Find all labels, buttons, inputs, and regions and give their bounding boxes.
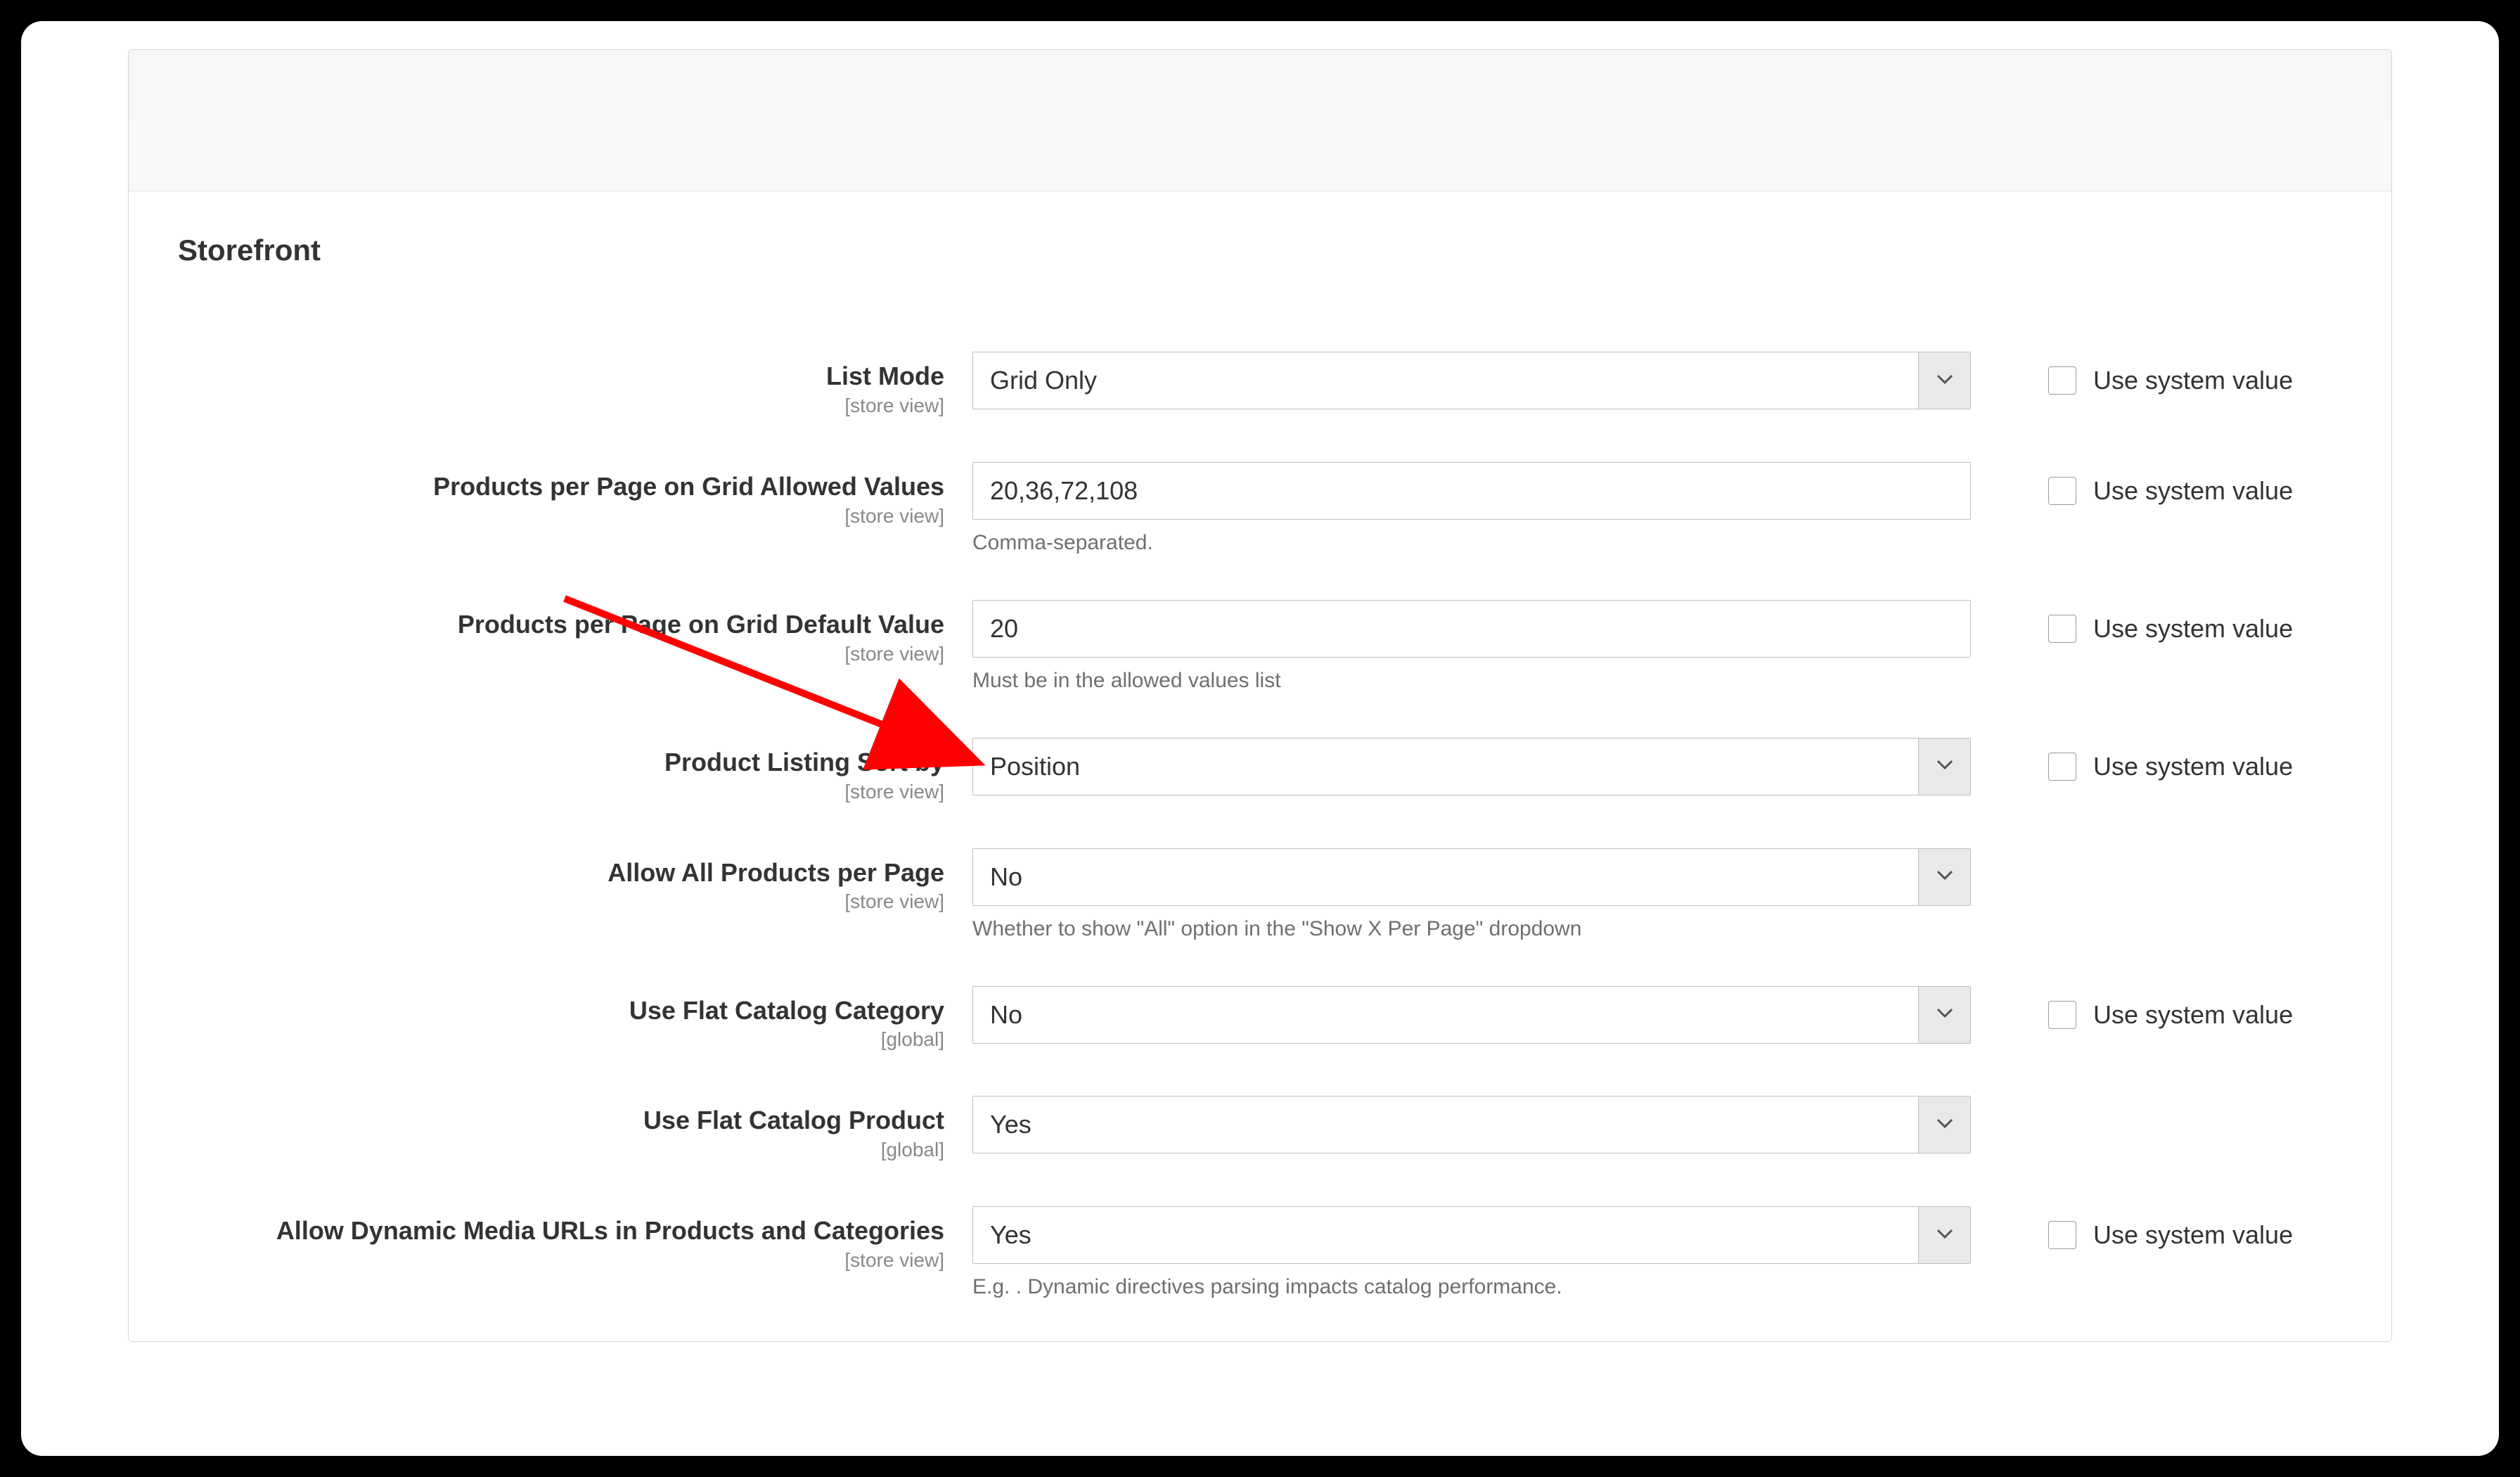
chevron-down-icon xyxy=(1937,1008,1953,1021)
input-grid-allowed[interactable] xyxy=(972,462,1971,520)
panel-top-spacer xyxy=(129,50,2391,120)
scope-sort-by: [store view] xyxy=(178,781,944,803)
label-grid-allowed: Products per Page on Grid Allowed Values xyxy=(178,471,944,504)
chevron-down-icon xyxy=(1937,374,1953,388)
select-flat-cat-value: No xyxy=(973,987,1918,1043)
scope-list-mode: [store view] xyxy=(178,395,944,417)
select-allow-all-toggle[interactable] xyxy=(1918,849,1970,905)
select-list-mode[interactable]: Grid Only xyxy=(972,352,1971,409)
scope-allow-all: [store view] xyxy=(178,890,944,913)
panel-header: Storefront xyxy=(129,191,2391,295)
select-list-mode-toggle[interactable] xyxy=(1918,352,1970,409)
checkbox-use-system-dyn-media[interactable] xyxy=(2048,1221,2076,1249)
chevron-down-icon xyxy=(1937,760,1953,773)
checkbox-use-system-sort-by[interactable] xyxy=(2048,753,2076,781)
row-allow-all: Allow All Products per Page [store view]… xyxy=(129,848,2391,941)
scope-flat-cat: [global] xyxy=(178,1028,944,1051)
chevron-down-icon xyxy=(1937,1118,1953,1132)
checkbox-use-system-grid-allowed[interactable] xyxy=(2048,477,2076,505)
row-sort-by: Product Listing Sort by [store view] Pos… xyxy=(129,738,2391,803)
label-use-system-flat-cat: Use system value xyxy=(2093,1000,2293,1030)
select-flat-prod-value: Yes xyxy=(973,1096,1918,1153)
label-flat-prod: Use Flat Catalog Product xyxy=(178,1104,944,1137)
section-title: Storefront xyxy=(178,234,2342,267)
chevron-down-icon xyxy=(1937,1229,1953,1242)
row-flat-prod: Use Flat Catalog Product [global] Yes xyxy=(129,1096,2391,1161)
select-dyn-media[interactable]: Yes xyxy=(972,1206,1971,1264)
help-allow-all: Whether to show "All" option in the "Sho… xyxy=(972,917,1971,941)
select-dyn-media-toggle[interactable] xyxy=(1918,1207,1970,1263)
label-use-system-grid-default: Use system value xyxy=(2093,614,2293,644)
select-sort-by-value: Position xyxy=(973,738,1918,795)
select-flat-prod[interactable]: Yes xyxy=(972,1096,1971,1153)
input-grid-default[interactable] xyxy=(972,600,1971,658)
select-sort-by-toggle[interactable] xyxy=(1918,738,1970,795)
storefront-config-panel: Storefront List Mode [store view] Grid O… xyxy=(128,49,2392,1342)
select-flat-prod-toggle[interactable] xyxy=(1918,1096,1970,1153)
label-dyn-media: Allow Dynamic Media URLs in Products and… xyxy=(178,1215,944,1248)
select-allow-all[interactable]: No xyxy=(972,848,1971,906)
chevron-down-icon xyxy=(1937,870,1953,883)
panel-body: List Mode [store view] Grid Only xyxy=(129,295,2391,1341)
select-allow-all-value: No xyxy=(973,849,1918,905)
help-grid-allowed: Comma-separated. xyxy=(972,531,1971,555)
select-dyn-media-value: Yes xyxy=(973,1207,1918,1263)
label-use-system-grid-allowed: Use system value xyxy=(2093,476,2293,506)
checkbox-use-system-flat-cat[interactable] xyxy=(2048,1001,2076,1029)
row-grid-default: Products per Page on Grid Default Value … xyxy=(129,600,2391,693)
scope-grid-allowed: [store view] xyxy=(178,505,944,528)
select-sort-by[interactable]: Position xyxy=(972,738,1971,795)
label-flat-cat: Use Flat Catalog Category xyxy=(178,995,944,1028)
label-use-system-list-mode: Use system value xyxy=(2093,366,2293,395)
label-sort-by: Product Listing Sort by xyxy=(178,746,944,779)
select-flat-cat-toggle[interactable] xyxy=(1918,987,1970,1043)
scope-flat-prod: [global] xyxy=(178,1139,944,1161)
label-grid-default: Products per Page on Grid Default Value xyxy=(178,608,944,641)
help-grid-default: Must be in the allowed values list xyxy=(972,669,1971,693)
label-use-system-sort-by: Use system value xyxy=(2093,752,2293,781)
help-dyn-media: E.g. . Dynamic directives parsing impact… xyxy=(972,1275,1971,1299)
select-list-mode-value: Grid Only xyxy=(973,352,1918,409)
row-list-mode: List Mode [store view] Grid Only xyxy=(129,352,2391,417)
scope-dyn-media: [store view] xyxy=(178,1249,944,1272)
checkbox-use-system-grid-default[interactable] xyxy=(2048,615,2076,643)
label-list-mode: List Mode xyxy=(178,360,944,393)
label-use-system-dyn-media: Use system value xyxy=(2093,1220,2293,1250)
checkbox-use-system-list-mode[interactable] xyxy=(2048,366,2076,395)
select-flat-cat[interactable]: No xyxy=(972,986,1971,1044)
row-flat-cat: Use Flat Catalog Category [global] No xyxy=(129,986,2391,1051)
row-dyn-media: Allow Dynamic Media URLs in Products and… xyxy=(129,1206,2391,1299)
scope-grid-default: [store view] xyxy=(178,643,944,665)
row-grid-allowed: Products per Page on Grid Allowed Values… xyxy=(129,462,2391,555)
label-allow-all: Allow All Products per Page xyxy=(178,857,944,890)
